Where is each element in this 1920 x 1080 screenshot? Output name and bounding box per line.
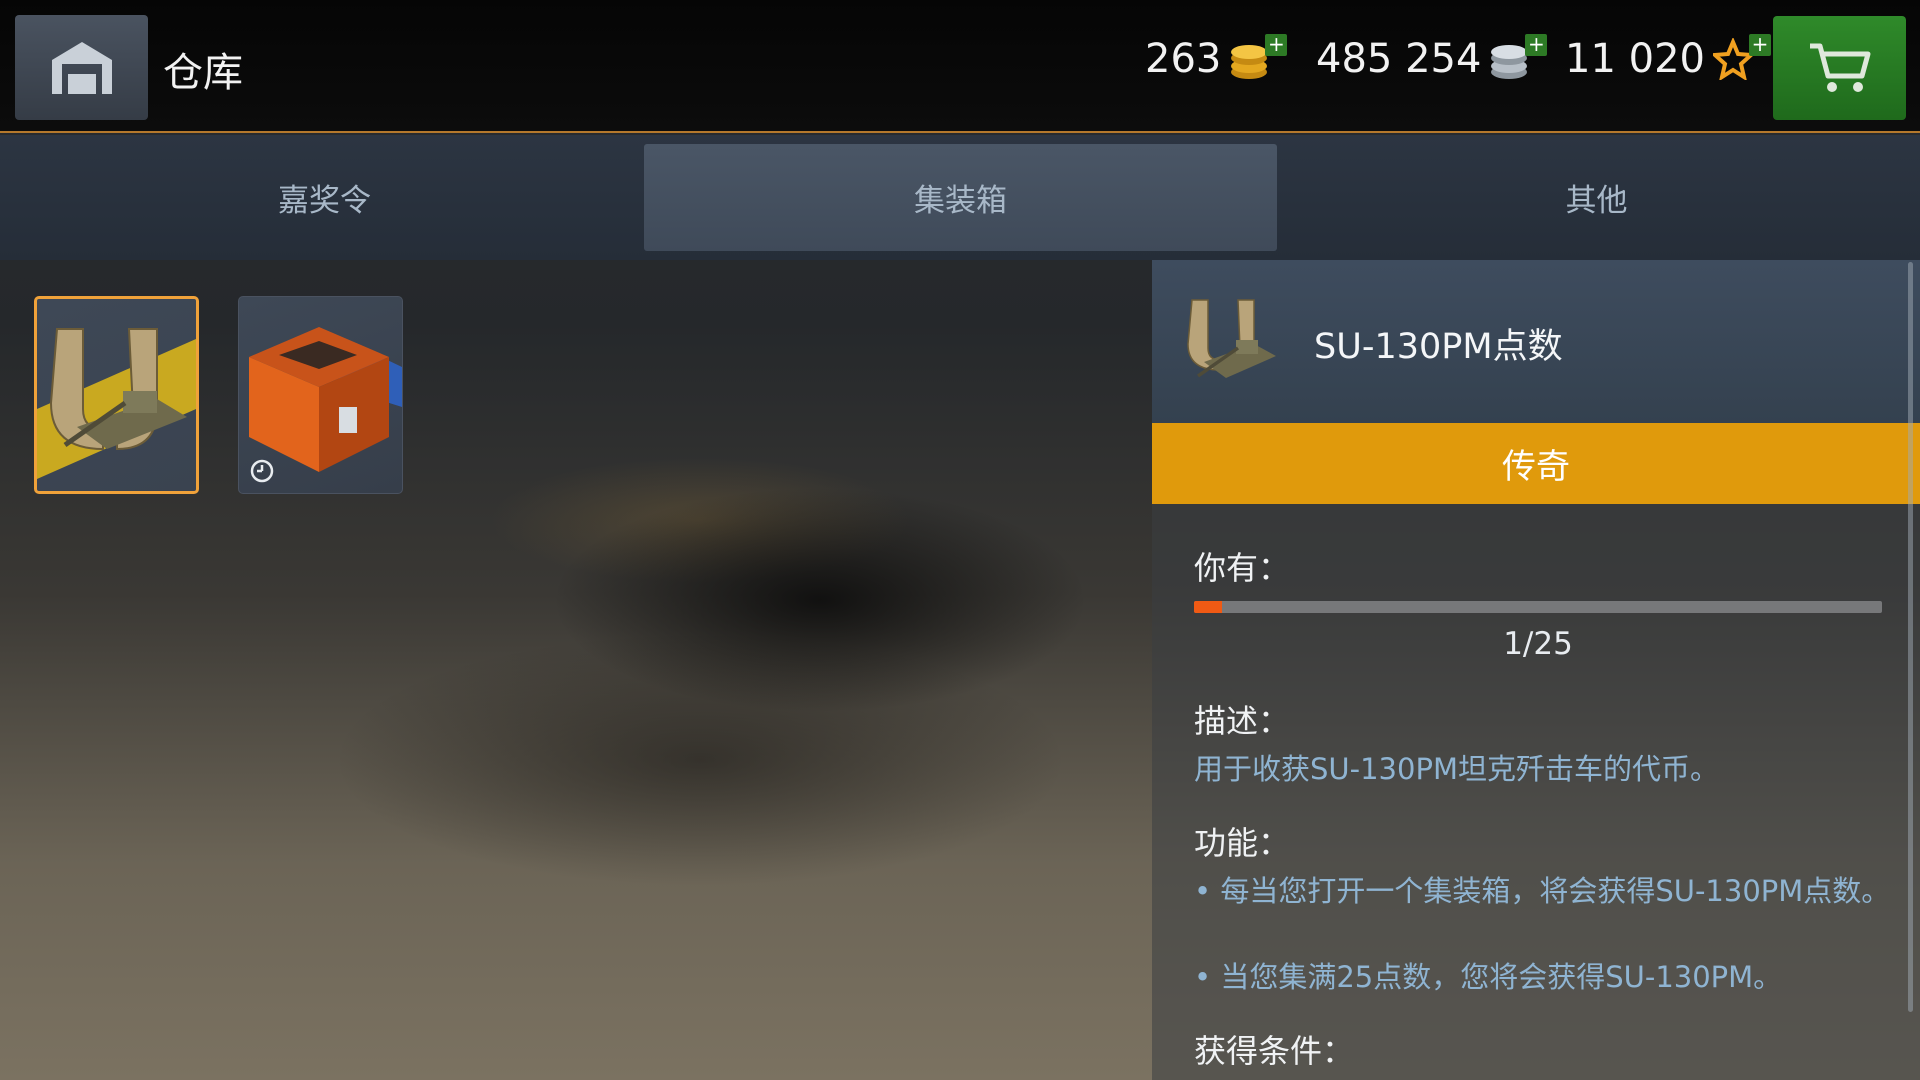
add-silver-icon[interactable]: + xyxy=(1525,34,1548,56)
function-line-2: • 当您集满25点数，您将会获得SU-130PM。 xyxy=(1194,960,1783,994)
silver-value: 485 254 xyxy=(1316,36,1482,82)
garage-home-icon xyxy=(51,41,112,94)
points-count: 1/25 xyxy=(1503,626,1573,662)
category-tabs: 嘉奖令 集装箱 其他 xyxy=(0,135,1920,260)
points-progress-fill xyxy=(1194,601,1222,613)
points-progress-bar xyxy=(1194,601,1882,613)
top-bar: 仓库 263 + 485 254 + 11 020 + xyxy=(0,0,1920,133)
free-xp-value: 11 020 xyxy=(1565,36,1705,82)
star-icon: + xyxy=(1710,34,1771,82)
description-text: 用于收获SU-130PM坦克歼击车的代币。 xyxy=(1194,752,1719,786)
rarity-banner: 传奇 xyxy=(1152,423,1920,504)
item-detail-panel: SU-130PM点数 传奇 你有： 1/25 描述： 用于收获SU-130PM坦… xyxy=(1152,260,1920,1080)
shop-cart-button[interactable] xyxy=(1773,16,1906,120)
gold-value: 263 xyxy=(1145,36,1222,82)
timer-icon xyxy=(250,459,274,483)
tab-other[interactable]: 其他 xyxy=(1280,144,1913,251)
add-gold-icon[interactable]: + xyxy=(1265,34,1288,56)
detail-scrollbar[interactable] xyxy=(1908,262,1913,1012)
description-label: 描述： xyxy=(1194,702,1291,740)
cart-icon xyxy=(1809,43,1870,92)
detail-header: SU-130PM点数 xyxy=(1152,260,1920,423)
su130pm-points-thumb xyxy=(1187,299,1276,378)
gold-coins-icon: + xyxy=(1229,34,1288,80)
add-xp-icon[interactable]: + xyxy=(1748,34,1771,56)
acquire-conditions-label: 获得条件： xyxy=(1194,1032,1355,1070)
su130pm-points-image xyxy=(37,328,196,479)
function-line-1: • 每当您打开一个集装箱，将会获得SU-130PM点数。 xyxy=(1194,874,1891,908)
item-su130pm-points[interactable] xyxy=(34,296,199,494)
page-title: 仓库 xyxy=(163,50,243,96)
free-xp-balance[interactable]: 11 020 + xyxy=(1565,34,1771,82)
detail-item-name: SU-130PM点数 xyxy=(1314,327,1563,367)
gold-balance[interactable]: 263 + xyxy=(1145,34,1288,82)
silver-coins-icon: + xyxy=(1489,34,1548,80)
owned-label: 你有： xyxy=(1194,549,1291,587)
item-autumn-container[interactable] xyxy=(238,296,403,494)
garage-home-button[interactable] xyxy=(15,15,148,120)
function-label: 功能： xyxy=(1194,824,1291,862)
silver-balance[interactable]: 485 254 + xyxy=(1316,34,1548,82)
tab-commendations[interactable]: 嘉奖令 xyxy=(8,144,641,251)
tab-containers[interactable]: 集装箱 xyxy=(644,144,1277,251)
